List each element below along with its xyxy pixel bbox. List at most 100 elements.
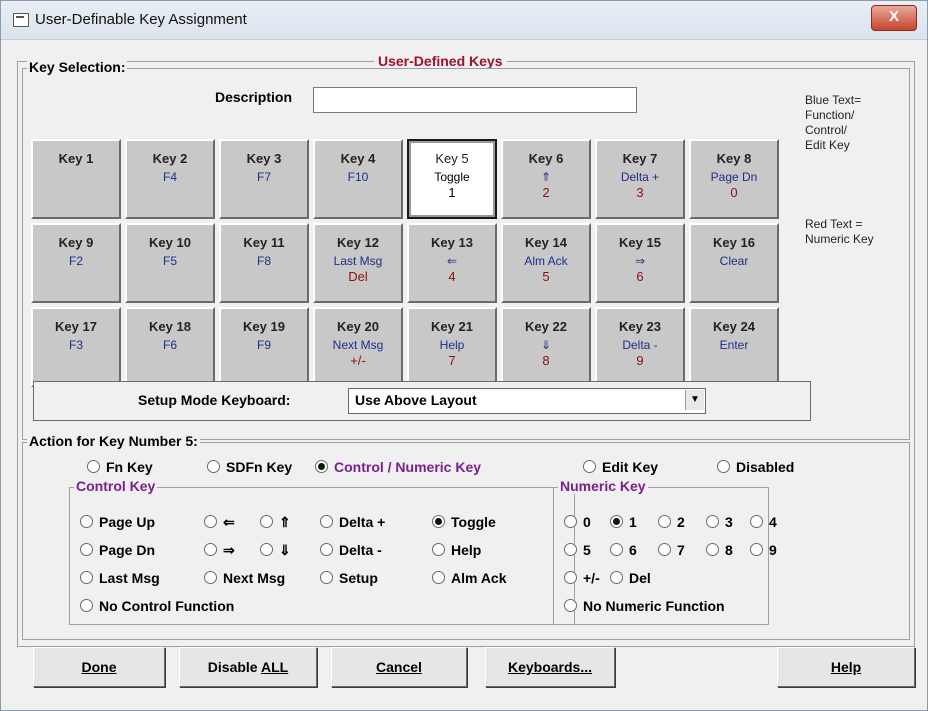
control-option-9[interactable]: Help (432, 542, 481, 558)
radio-button[interactable] (583, 460, 596, 473)
key-button-16[interactable]: Key 16 Clear (689, 223, 779, 303)
key-button-22[interactable]: Key 22 ⇓ 8 (501, 307, 591, 387)
key-button-8[interactable]: Key 8 Page Dn 0 (689, 139, 779, 219)
radio-button[interactable] (320, 543, 333, 556)
radio-button[interactable] (610, 543, 623, 556)
numeric-option-8[interactable]: 8 (706, 542, 733, 558)
description-input[interactable] (313, 87, 637, 113)
radio-button[interactable] (610, 515, 623, 528)
radio-button[interactable] (717, 460, 730, 473)
radio-button[interactable] (320, 571, 333, 584)
key-button-3[interactable]: Key 3 F7 (219, 139, 309, 219)
key-button-20[interactable]: Key 20 Next Msg +/- (313, 307, 403, 387)
key-button-6[interactable]: Key 6 ⇑ 2 (501, 139, 591, 219)
key-button-19[interactable]: Key 19 F9 (219, 307, 309, 387)
radio-button[interactable] (706, 543, 719, 556)
control-option-10[interactable]: Last Msg (80, 570, 160, 586)
radio-button[interactable] (204, 515, 217, 528)
key-button-10[interactable]: Key 10 F5 (125, 223, 215, 303)
radio-button[interactable] (260, 543, 273, 556)
key-button-7[interactable]: Key 7 Delta +3 (595, 139, 685, 219)
control-option-13[interactable]: Alm Ack (432, 570, 507, 586)
radio-button[interactable] (315, 460, 328, 473)
numeric-option-10[interactable]: +/- (564, 570, 600, 586)
key-button-13[interactable]: Key 13 ⇐ 4 (407, 223, 497, 303)
radio-button[interactable] (432, 515, 445, 528)
key-button-23[interactable]: Key 23 Delta -9 (595, 307, 685, 387)
radio-button[interactable] (750, 515, 763, 528)
key-button-5[interactable]: Key 5 Toggle 1 (407, 139, 497, 219)
radio-button[interactable] (260, 515, 273, 528)
key-button-14[interactable]: Key 14 Alm Ack 5 (501, 223, 591, 303)
key-button-12[interactable]: Key 12 Last Msg Del (313, 223, 403, 303)
radio-label: 7 (677, 542, 685, 558)
setup-mode-keyboard-select[interactable]: Use Above Layout ▼ (348, 388, 706, 414)
key-type-radio-3[interactable]: Edit Key (583, 459, 658, 475)
control-option-0[interactable]: Page Up (80, 514, 155, 530)
radio-button[interactable] (80, 571, 93, 584)
key-type-radio-4[interactable]: Disabled (717, 459, 794, 475)
help-button[interactable]: Help (777, 647, 915, 687)
radio-button[interactable] (204, 571, 217, 584)
radio-button[interactable] (564, 599, 577, 612)
key-button-15[interactable]: Key 15 ⇒ 6 (595, 223, 685, 303)
key-button-17[interactable]: Key 17 F3 (31, 307, 121, 387)
numeric-option-3[interactable]: 3 (706, 514, 733, 530)
control-option-1[interactable]: ⇐ (204, 514, 235, 531)
control-option-4[interactable]: Toggle (432, 514, 496, 530)
radio-button[interactable] (706, 515, 719, 528)
radio-button[interactable] (80, 599, 93, 612)
key-button-1[interactable]: Key 1 (31, 139, 121, 219)
radio-button[interactable] (432, 543, 445, 556)
keyboards-button[interactable]: Keyboards... (485, 647, 615, 687)
control-option-2[interactable]: ⇑ (260, 514, 291, 531)
control-option-11[interactable]: Next Msg (204, 570, 285, 586)
key-button-21[interactable]: Key 21 Help 7 (407, 307, 497, 387)
numeric-option-7[interactable]: 7 (658, 542, 685, 558)
radio-button[interactable] (80, 543, 93, 556)
radio-button[interactable] (564, 571, 577, 584)
radio-button[interactable] (658, 515, 671, 528)
radio-button[interactable] (204, 543, 217, 556)
control-option-14[interactable]: No Control Function (80, 598, 234, 614)
control-option-5[interactable]: Page Dn (80, 542, 155, 558)
radio-button[interactable] (658, 543, 671, 556)
numeric-option-6[interactable]: 6 (610, 542, 637, 558)
numeric-option-12[interactable]: No Numeric Function (564, 598, 725, 614)
key-type-radio-1[interactable]: SDFn Key (207, 459, 292, 475)
radio-button[interactable] (207, 460, 220, 473)
key-button-9[interactable]: Key 9 F2 (31, 223, 121, 303)
numeric-option-11[interactable]: Del (610, 570, 651, 586)
control-option-7[interactable]: ⇓ (260, 542, 291, 559)
radio-button[interactable] (564, 515, 577, 528)
control-option-3[interactable]: Delta + (320, 514, 385, 530)
done-button[interactable]: Done (33, 647, 165, 687)
numeric-option-5[interactable]: 5 (564, 542, 591, 558)
chevron-down-icon[interactable]: ▼ (685, 390, 704, 410)
numeric-option-1[interactable]: 1 (610, 514, 637, 530)
key-button-18[interactable]: Key 18 F6 (125, 307, 215, 387)
cancel-button[interactable]: Cancel (331, 647, 467, 687)
key-button-11[interactable]: Key 11 F8 (219, 223, 309, 303)
control-option-12[interactable]: Setup (320, 570, 378, 586)
radio-button[interactable] (750, 543, 763, 556)
key-button-4[interactable]: Key 4 F10 (313, 139, 403, 219)
numeric-option-0[interactable]: 0 (564, 514, 591, 530)
numeric-option-9[interactable]: 9 (750, 542, 777, 558)
control-option-6[interactable]: ⇒ (204, 542, 235, 559)
disable-all-button[interactable]: Disable ALL (179, 647, 317, 687)
numeric-option-2[interactable]: 2 (658, 514, 685, 530)
key-type-radio-0[interactable]: Fn Key (87, 459, 153, 475)
radio-button[interactable] (80, 515, 93, 528)
radio-button[interactable] (432, 571, 445, 584)
key-button-24[interactable]: Key 24 Enter (689, 307, 779, 387)
radio-button[interactable] (564, 543, 577, 556)
key-button-2[interactable]: Key 2 F4 (125, 139, 215, 219)
radio-button[interactable] (87, 460, 100, 473)
radio-button[interactable] (320, 515, 333, 528)
numeric-option-4[interactable]: 4 (750, 514, 777, 530)
control-option-8[interactable]: Delta - (320, 542, 382, 558)
key-type-radio-2[interactable]: Control / Numeric Key (315, 459, 481, 475)
close-button[interactable]: X (871, 5, 917, 31)
radio-button[interactable] (610, 571, 623, 584)
